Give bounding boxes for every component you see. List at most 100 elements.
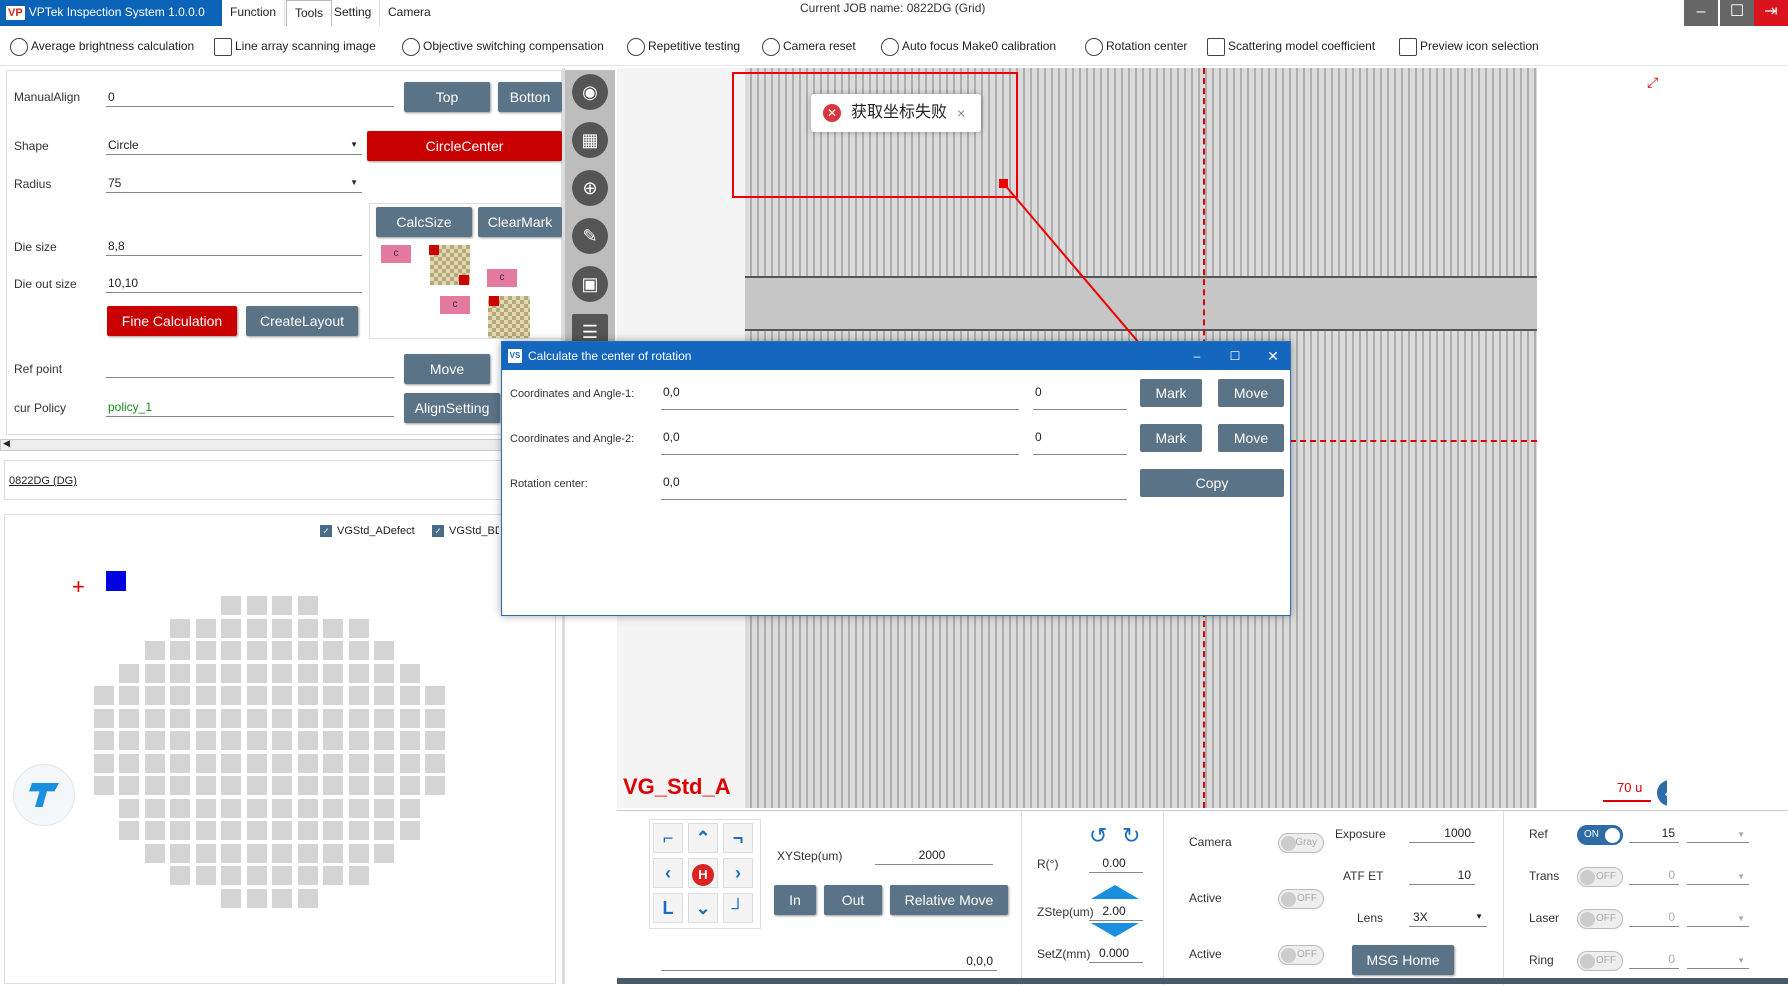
die-cell[interactable] (144, 821, 165, 840)
tool-scattering-model[interactable]: Scattering model coefficient (1207, 34, 1375, 58)
menu-camera[interactable]: Camera (380, 0, 439, 26)
die-cell[interactable] (297, 843, 318, 863)
die-cell[interactable] (272, 596, 292, 615)
die-cell[interactable] (144, 798, 165, 818)
setz-input[interactable]: 0.000 (1089, 945, 1143, 963)
die-cell[interactable] (170, 821, 190, 840)
die-cell[interactable] (195, 866, 216, 885)
die-cell[interactable] (348, 641, 369, 660)
die-cell[interactable] (119, 776, 139, 795)
xystep-input[interactable]: 2000 (875, 847, 993, 865)
die-cell[interactable] (119, 753, 139, 773)
die-cell[interactable] (297, 776, 318, 795)
die-cell[interactable] (246, 798, 267, 818)
die-cell[interactable] (221, 753, 241, 773)
die-cell[interactable] (170, 866, 190, 885)
die-cell[interactable] (374, 843, 394, 863)
die-cell[interactable] (425, 708, 445, 728)
r-input[interactable]: 0.00 (1089, 855, 1143, 873)
die-cell[interactable] (272, 776, 292, 795)
laser-input[interactable]: 0 (1629, 909, 1679, 927)
die-out-size-input[interactable]: 10,10 (106, 275, 362, 293)
policy-input[interactable]: policy_1 (106, 399, 394, 417)
die-cell[interactable] (272, 708, 292, 728)
die-cell[interactable] (399, 708, 420, 728)
camera-gray-toggle[interactable]: Gray (1278, 833, 1324, 853)
active-toggle-2[interactable]: OFF (1278, 945, 1324, 965)
die-cell[interactable] (221, 776, 241, 795)
die-cell[interactable] (323, 776, 343, 795)
die-cell[interactable] (323, 753, 343, 773)
minimize-icon[interactable]: – (1182, 342, 1212, 370)
die-cell[interactable] (221, 663, 241, 683)
tool-objective-switching[interactable]: Objective switching compensation (402, 34, 604, 58)
die-cell[interactable] (374, 821, 394, 840)
die-cell[interactable] (374, 753, 394, 773)
die-cell[interactable] (170, 663, 190, 683)
die-cell[interactable] (119, 798, 139, 818)
down-left-icon[interactable]: L (653, 893, 683, 923)
manual-align-input[interactable]: 0 (106, 89, 394, 107)
home-icon[interactable]: H (688, 858, 718, 888)
die-cell[interactable] (323, 686, 343, 705)
die-cell[interactable] (93, 686, 114, 705)
die-cell[interactable] (246, 776, 267, 795)
die-cell[interactable] (297, 686, 318, 705)
shape-select[interactable]: Circle ▼ (106, 137, 362, 155)
fine-calculation-button[interactable]: Fine Calculation (107, 306, 237, 336)
die-cell[interactable] (221, 731, 241, 750)
die-cell[interactable] (221, 708, 241, 728)
menu-function[interactable]: Function (222, 0, 286, 26)
die-cell[interactable] (323, 618, 343, 638)
exposure-input[interactable]: 1000 (1409, 825, 1475, 843)
die-cell[interactable] (425, 686, 445, 705)
right-arrow-icon[interactable]: › (723, 858, 753, 888)
die-cell[interactable] (170, 686, 190, 705)
down-right-icon[interactable]: ┘ (723, 893, 753, 923)
row2-coord-input[interactable]: 0,0 (661, 429, 1019, 455)
die-cell[interactable] (297, 663, 318, 683)
die-cell[interactable] (272, 731, 292, 750)
ring-input[interactable]: 0 (1629, 951, 1679, 969)
die-cell[interactable] (425, 753, 445, 773)
die-cell[interactable] (93, 753, 114, 773)
die-cell[interactable] (297, 753, 318, 773)
z-up-icon[interactable] (1091, 885, 1139, 899)
die-cell[interactable] (119, 708, 139, 728)
die-cell[interactable] (246, 708, 267, 728)
tool-camera-reset[interactable]: Camera reset (762, 34, 856, 58)
up-right-icon[interactable]: ¬ (723, 823, 753, 853)
die-cell[interactable] (323, 731, 343, 750)
die-cell[interactable] (399, 731, 420, 750)
die-cell[interactable] (246, 641, 267, 660)
die-cell[interactable] (221, 686, 241, 705)
circlecenter-button[interactable]: CircleCenter (367, 131, 562, 161)
up-left-icon[interactable]: ⌐ (653, 823, 683, 853)
radius-select[interactable]: 75 ▼ (106, 175, 362, 193)
frame-icon[interactable]: ▣ (572, 266, 608, 302)
die-cell[interactable] (195, 686, 216, 705)
die-cell[interactable] (144, 776, 165, 795)
die-cell[interactable] (221, 821, 241, 840)
die-cell[interactable] (246, 843, 267, 863)
die-cell[interactable] (170, 731, 190, 750)
die-cell[interactable] (297, 821, 318, 840)
die-cell[interactable] (272, 821, 292, 840)
die-cell[interactable] (246, 753, 267, 773)
down-arrow-icon[interactable]: ⌄ (688, 893, 718, 923)
ruler-icon[interactable]: ✎ (572, 218, 608, 254)
die-cell[interactable] (297, 866, 318, 885)
align-setting-button[interactable]: AlignSetting (404, 393, 500, 423)
die-cell[interactable] (195, 753, 216, 773)
die-cell[interactable] (246, 866, 267, 885)
active-toggle-1[interactable]: OFF (1278, 889, 1324, 909)
close-icon[interactable]: ✕ (1258, 342, 1288, 370)
die-cell[interactable] (246, 596, 267, 615)
die-cell[interactable] (374, 776, 394, 795)
die-cell[interactable] (297, 798, 318, 818)
create-layout-button[interactable]: CreateLayout (246, 306, 358, 336)
left-arrow-icon[interactable]: ‹ (653, 858, 683, 888)
atf-input[interactable]: 10 (1409, 867, 1475, 885)
bottom-button[interactable]: Botton (498, 82, 562, 112)
die-cell[interactable] (348, 776, 369, 795)
